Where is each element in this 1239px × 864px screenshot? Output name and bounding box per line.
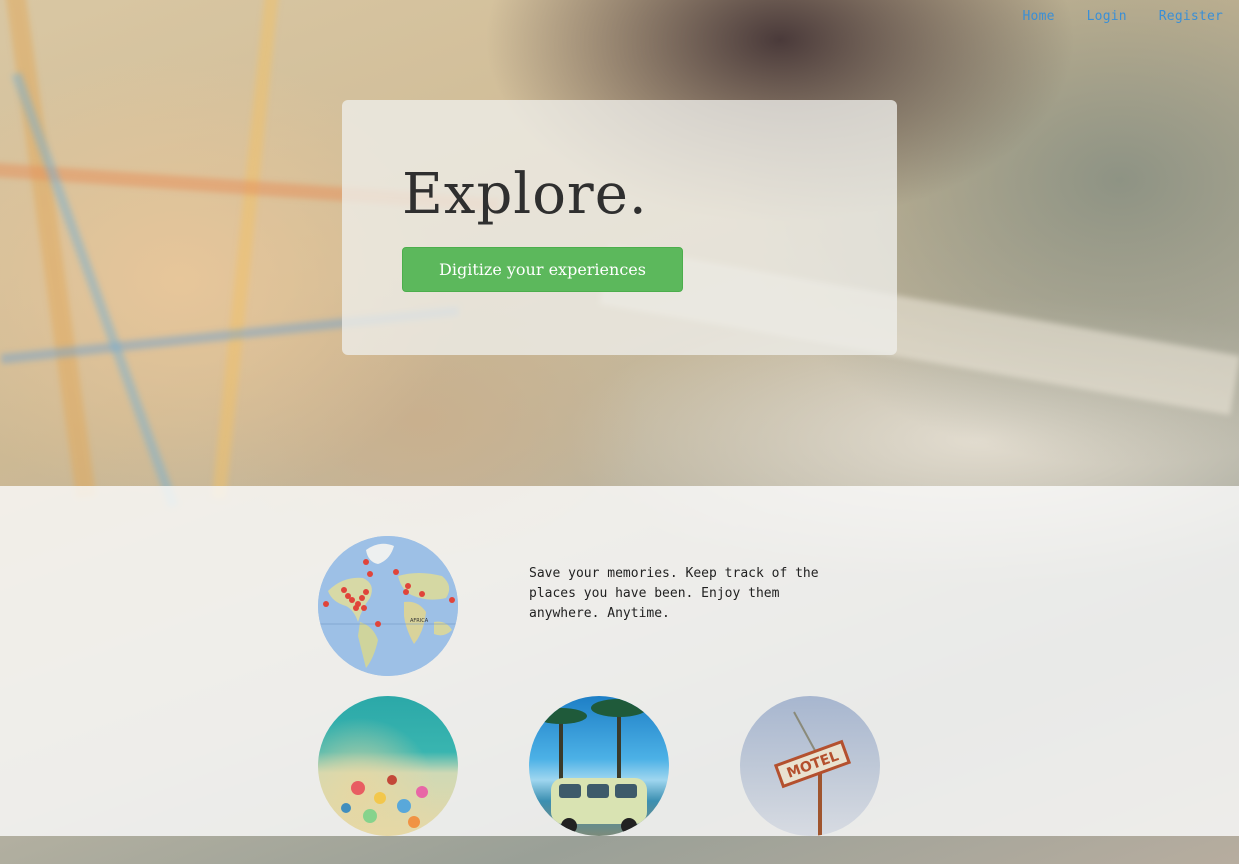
digitize-button[interactable]: Digitize your experiences: [402, 247, 683, 292]
hero-title: Explore.: [402, 162, 648, 227]
motel-sign-photo: MOTEL: [740, 696, 880, 836]
nav-login-link[interactable]: Login: [1087, 9, 1127, 24]
world-map-graphic: AFRICA: [318, 536, 458, 676]
map-road: [11, 72, 179, 508]
feature-description: Save your memories. Keep track of the pl…: [529, 566, 819, 621]
nav-register-link[interactable]: Register: [1159, 9, 1223, 24]
van-photo: [529, 696, 669, 836]
palm-trees: [535, 699, 647, 786]
features-section: AFRICA Save your memories. Keep track of…: [0, 486, 1239, 836]
map-label: AFRICA: [410, 618, 429, 624]
vintage-van: [551, 778, 647, 834]
top-nav: Home Login Register: [1023, 9, 1223, 24]
beach-photo: [318, 696, 458, 836]
map-road: [211, 0, 283, 500]
motel-sign: MOTEL: [773, 739, 852, 789]
hero-card: Explore. Digitize your experiences: [342, 100, 897, 355]
nav-home-link[interactable]: Home: [1023, 9, 1055, 24]
world-map-image: AFRICA: [318, 536, 458, 676]
beach-umbrellas: [341, 775, 428, 828]
